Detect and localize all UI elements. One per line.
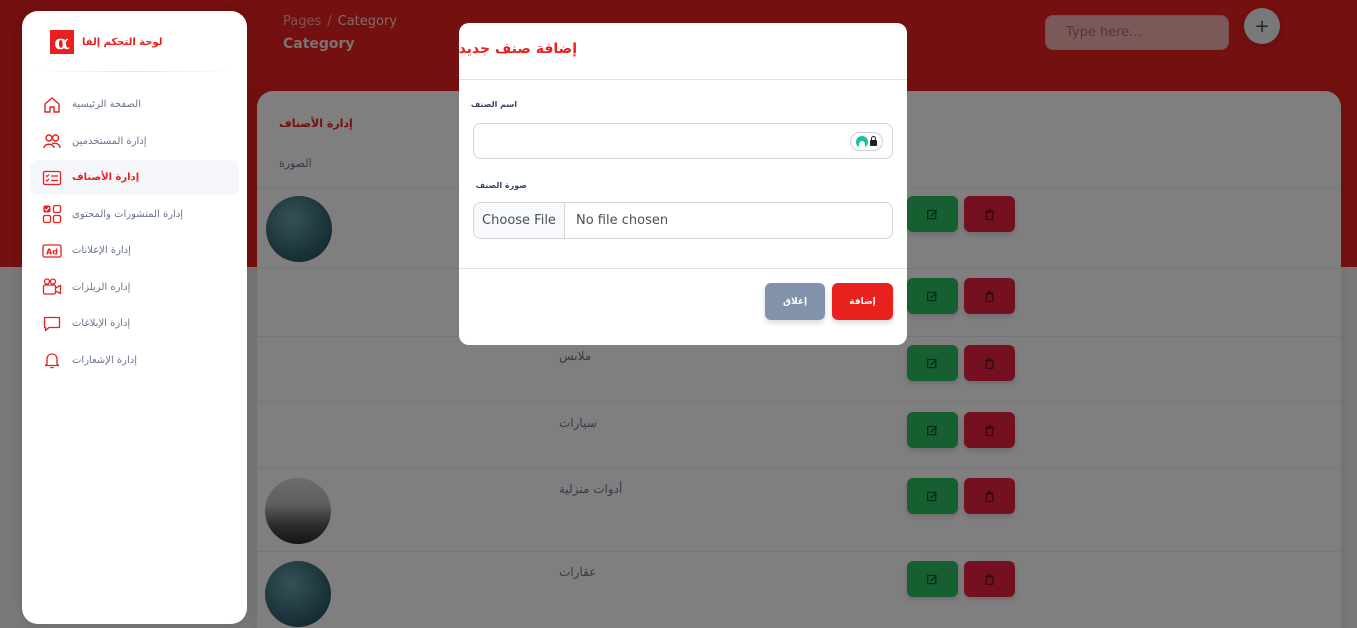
add-category-modal: إضافة صنف جديد اسم الصنف صورة الصنف Choo… <box>459 23 907 345</box>
choose-file-button[interactable]: Choose File <box>474 203 565 238</box>
sidebar-item-label: الصفحة الرئيسية <box>72 99 141 110</box>
close-button[interactable]: إغلاق <box>765 283 825 320</box>
sidebar-item-label: إدارة الريلزات <box>72 281 131 293</box>
chat-bubble-icon <box>42 314 62 334</box>
brand-name: لوحة التحكم إلفا <box>82 36 163 48</box>
password-manager-icon[interactable] <box>850 132 883 151</box>
sidebar: α لوحة التحكم إلفا الصفحة الرئيسية إدارة… <box>22 11 247 624</box>
add-category-button[interactable]: إضافة <box>832 283 893 320</box>
modal-footer-divider <box>459 268 907 269</box>
sidebar-item-home[interactable]: الصفحة الرئيسية <box>30 87 239 122</box>
sidebar-item-users[interactable]: إدارة المستخدمين <box>30 124 239 159</box>
sidebar-item-label: إدارة الإعلانات <box>72 245 131 256</box>
category-image-field[interactable]: Choose File No file chosen <box>473 202 893 239</box>
sidebar-item-label: إدارة المنشورات والمحتوى <box>72 208 184 220</box>
sidebar-item-reports[interactable]: إدارة الإبلاغات <box>30 306 239 341</box>
category-image-label: صورة الصنف <box>475 181 527 190</box>
content-grid-icon <box>42 204 62 224</box>
ad-icon: Ad <box>42 241 62 261</box>
sidebar-divider <box>30 71 239 72</box>
sidebar-item-categories[interactable]: إدارة الأصناف <box>30 160 239 195</box>
sidebar-item-notifications[interactable]: إدارة الإشعارات <box>30 343 239 378</box>
brand[interactable]: α لوحة التحكم إلفا <box>50 30 163 54</box>
bell-icon <box>42 350 62 370</box>
users-icon <box>42 131 62 151</box>
svg-text:Ad: Ad <box>46 247 58 256</box>
sidebar-item-ads[interactable]: Ad إدارة الإعلانات <box>30 233 239 268</box>
home-icon <box>42 95 62 115</box>
brand-logo: α <box>50 30 74 54</box>
category-name-field[interactable] <box>473 123 893 159</box>
sidebar-nav: الصفحة الرئيسية إدارة المستخدمين إدارة ا… <box>30 87 239 379</box>
modal-title: إضافة صنف جديد <box>458 41 577 57</box>
sidebar-item-reels[interactable]: إدارة الريلزات <box>30 270 239 305</box>
category-name-label: اسم الصنف <box>470 100 517 109</box>
modal-header-divider <box>459 79 907 80</box>
checklist-icon <box>42 168 62 188</box>
sidebar-item-label: إدارة الإشعارات <box>72 354 138 366</box>
sidebar-item-posts[interactable]: إدارة المنشورات والمحتوى <box>30 197 239 232</box>
sidebar-item-label: إدارة الأصناف <box>72 172 140 183</box>
file-status: No file chosen <box>576 213 669 228</box>
video-camera-icon <box>42 277 62 297</box>
sidebar-item-label: إدارة الإبلاغات <box>72 318 131 329</box>
sidebar-item-label: إدارة المستخدمين <box>72 135 147 147</box>
